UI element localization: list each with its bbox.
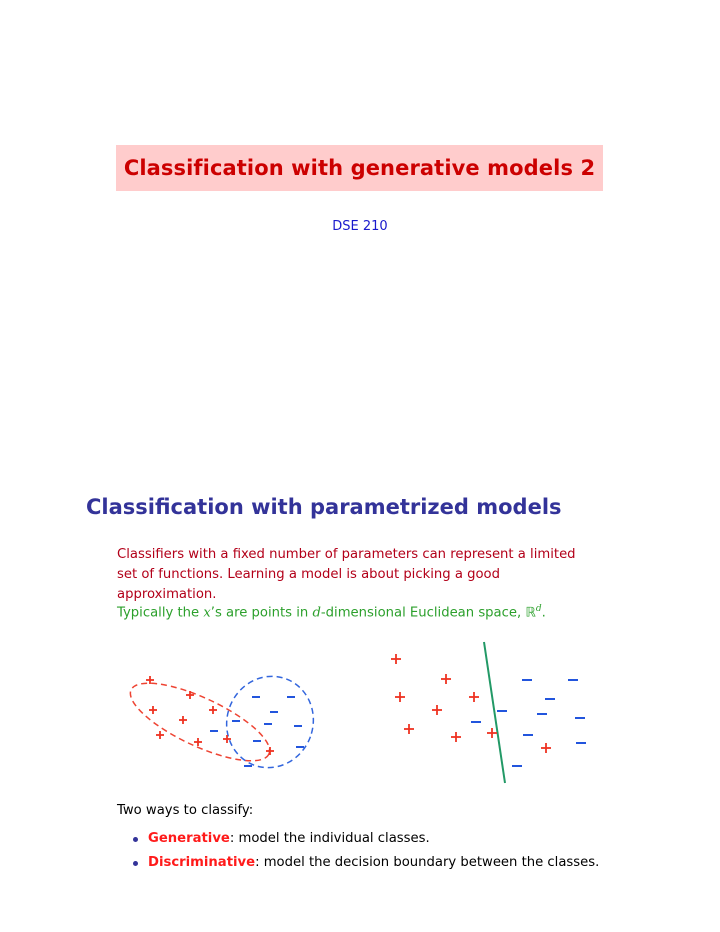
bullet-discriminative: Discriminative: model the decision bound… (130, 851, 599, 875)
plus-marker (432, 705, 442, 715)
bullet-dot-icon (133, 861, 138, 866)
ways-intro: Two ways to classify: (117, 803, 254, 818)
plus-marker (541, 743, 551, 753)
plus-marker (266, 747, 274, 755)
generative-diagram (129, 675, 315, 769)
plus-marker (179, 716, 187, 724)
decision-boundary-line (483, 641, 506, 784)
bullet-term: Generative (148, 831, 230, 846)
plus-marker (149, 706, 157, 714)
classification-figure (129, 641, 586, 784)
plus-marker (441, 674, 451, 684)
bullet-dot-icon (133, 837, 138, 842)
plus-marker (194, 738, 202, 746)
bullet-term: Discriminative (148, 855, 256, 870)
plus-marker (156, 731, 164, 739)
plus-marker (469, 692, 479, 702)
plus-marker (395, 692, 405, 702)
plus-marker (404, 724, 414, 734)
plus-class-ellipse (129, 682, 271, 762)
plus-marker (391, 654, 401, 664)
bullet-text: : model the individual classes. (229, 831, 430, 846)
bullet-text: : model the decision boundary between th… (255, 855, 600, 870)
discriminative-diagram (391, 641, 586, 784)
plus-marker (209, 706, 217, 714)
minus-class-ellipse (225, 675, 315, 769)
approach-list: Generative: model the individual classes… (130, 827, 599, 875)
plus-marker (487, 728, 497, 738)
plus-marker (451, 732, 461, 742)
bullet-generative: Generative: model the individual classes… (130, 827, 599, 851)
